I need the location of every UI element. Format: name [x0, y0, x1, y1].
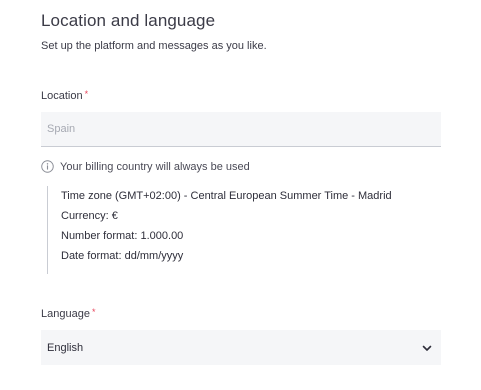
language-select[interactable]: English — [41, 330, 441, 365]
language-selected-value: English — [47, 341, 84, 354]
required-asterisk: * — [84, 89, 89, 99]
location-label: Location * — [41, 89, 89, 102]
location-label-text: Location — [41, 90, 83, 102]
currency-label: Currency: — [61, 210, 109, 222]
billing-info-text: Your billing country will always be used — [60, 160, 250, 173]
date-format-label: Date format: — [61, 250, 122, 262]
timezone-value: (GMT+02:00) - Central European Summer Ti… — [115, 190, 392, 202]
timezone-line: Time zone (GMT+02:00) - Central European… — [61, 186, 392, 206]
section-title: Location and language — [41, 11, 216, 30]
chevron-down-icon[interactable] — [421, 342, 433, 354]
language-label-text: Language — [41, 308, 90, 320]
location-field[interactable] — [41, 112, 441, 147]
section-subtitle: Set up the platform and messages as you … — [41, 40, 267, 52]
location-input[interactable] — [41, 112, 441, 146]
language-label: Language * — [41, 307, 96, 320]
number-format-value: 1.000.00 — [140, 230, 184, 242]
location-language-panel: Location and language Set up the platfor… — [0, 0, 481, 390]
number-format-line: Number format: 1.000.00 — [61, 226, 392, 246]
date-format-value: dd/mm/yyyy — [124, 250, 184, 262]
info-circle-icon — [41, 160, 54, 173]
currency-line: Currency: € — [61, 206, 392, 226]
billing-info-note: Your billing country will always be used — [41, 160, 250, 173]
number-format-label: Number format: — [61, 230, 138, 242]
date-format-line: Date format: dd/mm/yyyy — [61, 246, 392, 266]
locale-details: Time zone (GMT+02:00) - Central European… — [47, 186, 392, 274]
required-asterisk: * — [91, 307, 96, 317]
timezone-label: Time zone — [61, 190, 112, 202]
currency-value: € — [111, 210, 118, 222]
